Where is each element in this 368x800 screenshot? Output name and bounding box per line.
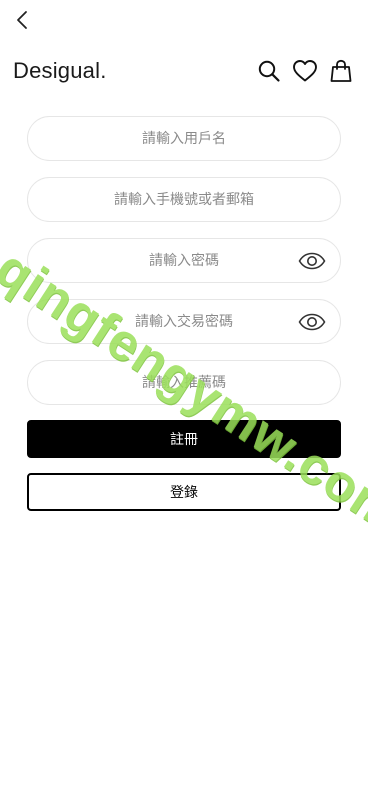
cart-button[interactable] <box>328 58 354 84</box>
referral-code-input[interactable] <box>28 361 340 404</box>
wishlist-button[interactable] <box>292 58 318 84</box>
chevron-left-icon <box>17 11 27 29</box>
search-button[interactable] <box>256 58 282 84</box>
password-field <box>27 238 341 283</box>
brand-logo[interactable]: Desigual. <box>13 58 107 84</box>
trade-password-field <box>27 299 341 344</box>
search-icon <box>258 60 280 82</box>
phone-or-email-input[interactable] <box>28 178 340 221</box>
heart-icon <box>293 60 317 82</box>
back-button[interactable] <box>10 8 34 32</box>
username-input[interactable] <box>28 117 340 160</box>
header-actions <box>256 58 354 84</box>
eye-icon <box>298 252 326 269</box>
referral-field <box>27 360 341 405</box>
username-field <box>27 116 341 161</box>
shopping-bag-icon <box>330 59 352 82</box>
register-button[interactable]: 註冊 <box>27 420 341 458</box>
password-visibility-toggle[interactable] <box>298 252 326 270</box>
register-form: 註冊 登錄 <box>27 116 341 511</box>
trade-password-visibility-toggle[interactable] <box>298 313 326 331</box>
password-input[interactable] <box>28 239 340 282</box>
register-page: Desigual. 請輸入用戶名 請輸入手機號或者郵箱 請輸入推薦碼 註冊 登錄… <box>0 0 368 800</box>
eye-icon <box>298 313 326 330</box>
contact-field <box>27 177 341 222</box>
login-button[interactable]: 登錄 <box>27 473 341 511</box>
trade-password-input[interactable] <box>28 300 340 343</box>
